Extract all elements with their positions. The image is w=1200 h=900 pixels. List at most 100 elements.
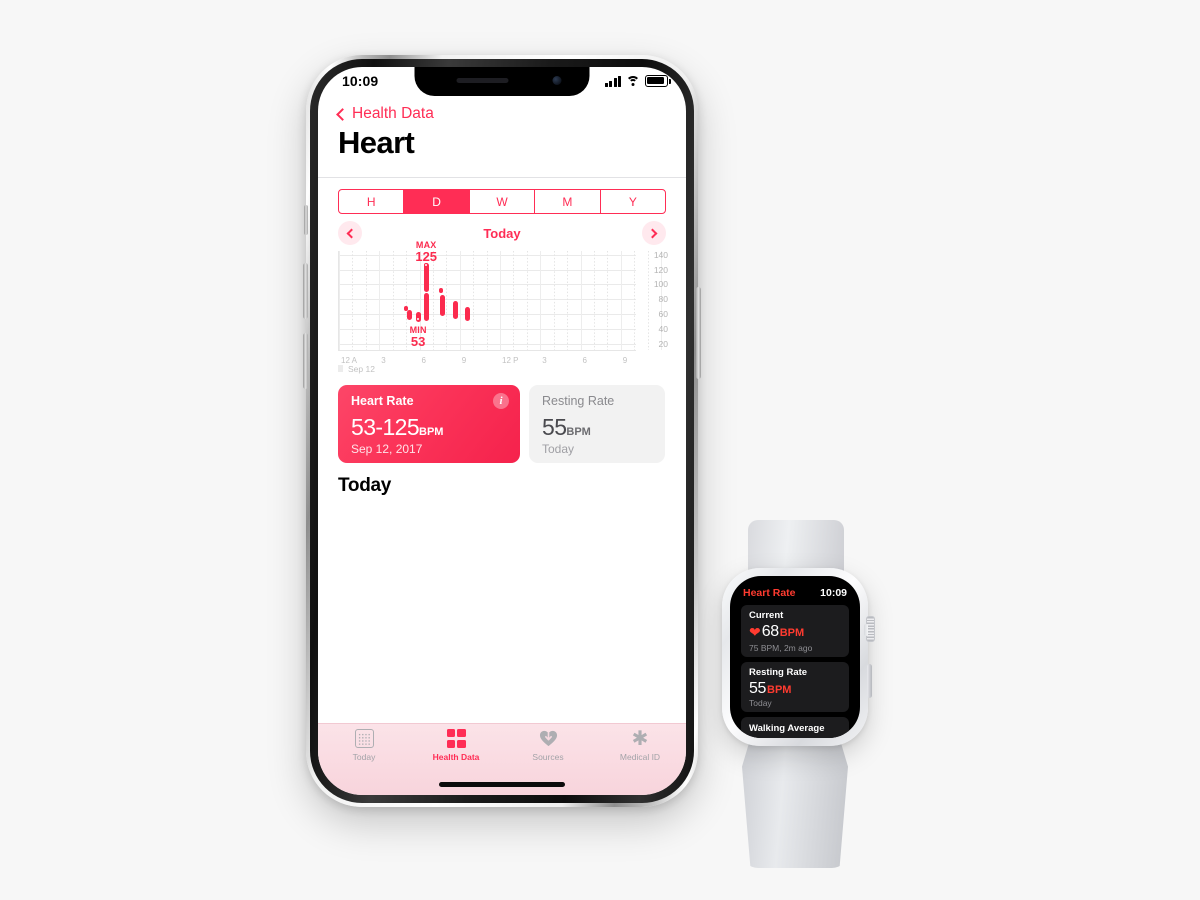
chart-gridline-v — [620, 251, 622, 350]
chart-date-label: Sep 12 — [348, 364, 375, 374]
tab-label: Medical ID — [619, 752, 661, 762]
page-title: Heart — [338, 125, 415, 160]
watch-resting-card[interactable]: Resting Rate 55 BPM Today — [741, 662, 849, 712]
heart-rate-card-value: 53-125BPM — [351, 414, 443, 441]
watch-current-subtitle: 75 BPM, 2m ago — [749, 643, 813, 653]
watch-walking-average-card[interactable]: Walking Average — [741, 717, 849, 738]
chevron-left-icon — [346, 228, 356, 238]
label-value: 53 — [410, 334, 426, 350]
today-section-heading: Today — [338, 475, 392, 496]
resting-rate-card-subtitle: Today — [542, 442, 575, 456]
chart-min-marker — [416, 316, 421, 321]
chart-plot-area: MAX 125 MIN 53 — [338, 240, 662, 351]
chart-gridline-v — [500, 251, 501, 350]
chart-gridline-v — [634, 251, 636, 350]
tab-sources[interactable]: Sources — [502, 729, 594, 770]
watch-side-button[interactable] — [867, 664, 872, 698]
watch-time: 10:09 — [820, 587, 847, 599]
chart-gridline-v — [513, 251, 515, 350]
watch-band-bottom — [742, 738, 848, 868]
watch-resting-unit: BPM — [767, 684, 792, 696]
watch-resting-number: 55 — [749, 680, 766, 697]
date-marker — [338, 365, 343, 372]
chevron-right-icon — [648, 228, 658, 238]
range-option-m[interactable]: M — [535, 190, 601, 213]
chart-bar — [423, 265, 429, 292]
chart-gridline-v — [473, 251, 475, 350]
chart-max-marker — [424, 263, 429, 268]
resting-rate-card-value: 55BPM — [542, 414, 591, 441]
chart-bar — [465, 307, 471, 321]
range-option-y[interactable]: Y — [601, 190, 665, 213]
chart-x-tick: 3 — [542, 356, 547, 365]
heart-download-icon — [539, 729, 558, 748]
chart-bar — [439, 295, 445, 316]
screenshot-canvas: 10:09 Health Data Heart HDWMY Today MAX … — [0, 0, 1200, 900]
chart-y-tick: 40 — [658, 323, 668, 334]
notch — [414, 67, 590, 96]
chart-gridline-v — [339, 251, 340, 350]
chart-y-tick: 80 — [658, 294, 668, 305]
chart-bar — [453, 301, 459, 320]
tab-label: Sources — [532, 752, 564, 762]
asterisk-icon: ✱ — [631, 727, 649, 750]
calendar-icon — [354, 729, 374, 748]
resting-rate-value-unit: BPM — [566, 426, 591, 438]
range-option-d[interactable]: D — [404, 190, 470, 213]
chart-gridline-v — [406, 251, 408, 350]
tab-medical-id[interactable]: ✱ Medical ID — [594, 729, 686, 770]
tab-today[interactable]: Today — [318, 729, 410, 770]
silence-switch[interactable] — [304, 205, 308, 235]
nav-divider — [318, 177, 686, 178]
chart-x-tick: 9 — [461, 356, 467, 365]
next-day-button[interactable] — [641, 221, 666, 245]
watch-current-card[interactable]: Current ❤ 68 BPM 75 BPM, 2m ago — [741, 605, 849, 657]
chart-y-tick: 140 — [653, 249, 668, 260]
chart-min-label: MIN 53 — [410, 325, 427, 350]
tab-label: Today — [352, 752, 376, 762]
chart-x-tick: 6 — [582, 356, 587, 365]
heart-icon: ❤ — [749, 624, 761, 640]
heart-rate-chart[interactable]: MAX 125 MIN 53 140 120 100 80 60 40 20 12 A 3 6 9 12 … — [318, 240, 686, 374]
chart-x-tick: 12 P — [502, 356, 519, 365]
resting-rate-card[interactable]: Resting Rate 55BPM Today — [529, 385, 665, 463]
chart-gridline-v — [540, 251, 542, 350]
chart-gridline-v — [432, 251, 434, 350]
digital-crown[interactable] — [864, 616, 875, 642]
chart-y-tick: 20 — [658, 338, 668, 349]
heart-rate-card[interactable]: Heart Rate i 53-125BPM Sep 12, 2017 — [338, 385, 520, 463]
back-button-label: Health Data — [352, 105, 434, 122]
power-button[interactable] — [696, 287, 701, 379]
home-indicator[interactable] — [439, 782, 565, 787]
watch-app-title: Heart Rate — [743, 587, 796, 599]
chart-bar — [407, 310, 412, 321]
heart-rate-card-title: Heart Rate — [351, 394, 414, 408]
date-navigator: Today — [338, 219, 666, 247]
previous-day-button[interactable] — [338, 221, 362, 245]
chart-gridline-v — [593, 251, 595, 350]
chart-gridline-v — [459, 251, 461, 350]
watch-body: Heart Rate 10:09 Current ❤ 68 BPM 75 BPM, … — [722, 568, 875, 746]
chart-gridline-v — [526, 251, 528, 350]
chart-y-tick: 60 — [658, 308, 668, 319]
wifi-icon — [626, 75, 640, 87]
chart-bar — [424, 293, 430, 321]
range-segmented-control[interactable]: HDWMY — [338, 189, 666, 214]
tab-health-data[interactable]: Health Data — [410, 729, 502, 770]
range-option-w[interactable]: W — [470, 190, 536, 213]
volume-down-button[interactable] — [303, 333, 308, 389]
chart-gridline-v — [567, 251, 569, 350]
back-button[interactable]: Health Data — [336, 105, 434, 123]
chart-gridline-v — [647, 251, 649, 350]
volume-up-button[interactable] — [303, 263, 308, 319]
battery-icon — [645, 75, 671, 87]
chart-gridline-v — [446, 251, 448, 350]
watch-current-number: 68 — [761, 623, 779, 640]
range-option-h[interactable]: H — [339, 190, 405, 213]
watch-current-unit: BPM — [779, 627, 805, 639]
chart-gridline-v — [607, 251, 609, 350]
chart-gridline-v — [580, 251, 582, 350]
iphone-screen: 10:09 Health Data Heart HDWMY Today MAX … — [318, 67, 686, 795]
info-icon[interactable]: i — [493, 393, 509, 409]
chart-max-label: MAX 125 — [415, 240, 437, 263]
